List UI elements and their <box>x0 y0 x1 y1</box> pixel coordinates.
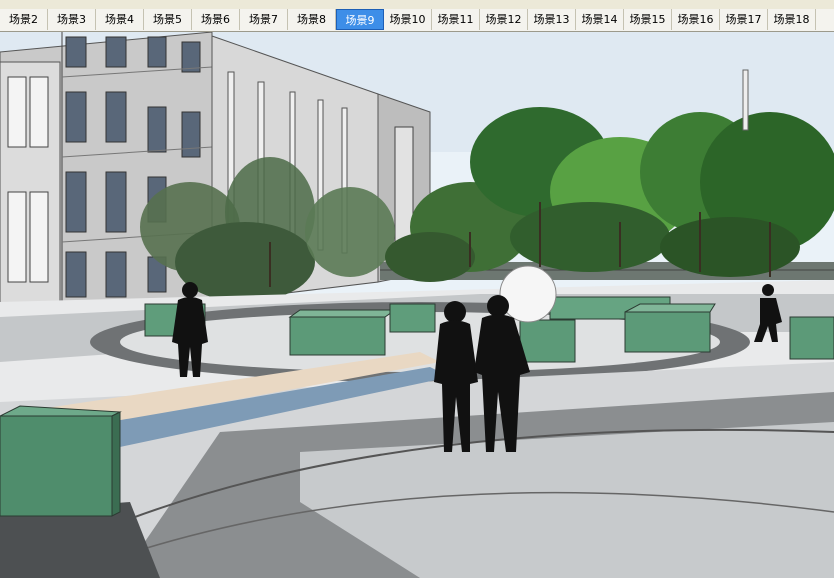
tab-scene-16[interactable]: 场景16 <box>672 9 720 30</box>
tab-scene-10[interactable]: 场景10 <box>384 9 432 30</box>
tab-scene-2[interactable]: 场景2 <box>0 9 48 30</box>
3d-model-viewport[interactable] <box>0 32 834 578</box>
tab-scene-13[interactable]: 场景13 <box>528 9 576 30</box>
tab-scene-3[interactable]: 场景3 <box>48 9 96 30</box>
tab-scene-18[interactable]: 场景18 <box>768 9 816 30</box>
tab-scene-11[interactable]: 场景11 <box>432 9 480 30</box>
tab-scene-4[interactable]: 场景4 <box>96 9 144 30</box>
tab-scene-5[interactable]: 场景5 <box>144 9 192 30</box>
tab-scene-9[interactable]: 场景9 <box>336 9 384 30</box>
tab-scene-6[interactable]: 场景6 <box>192 9 240 30</box>
left-building <box>0 32 213 323</box>
tab-scene-15[interactable]: 场景15 <box>624 9 672 30</box>
tab-scene-7[interactable]: 场景7 <box>240 9 288 30</box>
tab-scene-14[interactable]: 场景14 <box>576 9 624 30</box>
tab-scene-12[interactable]: 场景12 <box>480 9 528 30</box>
tab-scene-17[interactable]: 场景17 <box>720 9 768 30</box>
scene-tab-bar: 场景2 场景3 场景4 场景5 场景6 场景7 场景8 场景9 场景10 场景1… <box>0 9 834 32</box>
plaza-rendering <box>0 32 834 578</box>
tab-scene-8[interactable]: 场景8 <box>288 9 336 30</box>
sphere-sculpture <box>499 265 557 323</box>
